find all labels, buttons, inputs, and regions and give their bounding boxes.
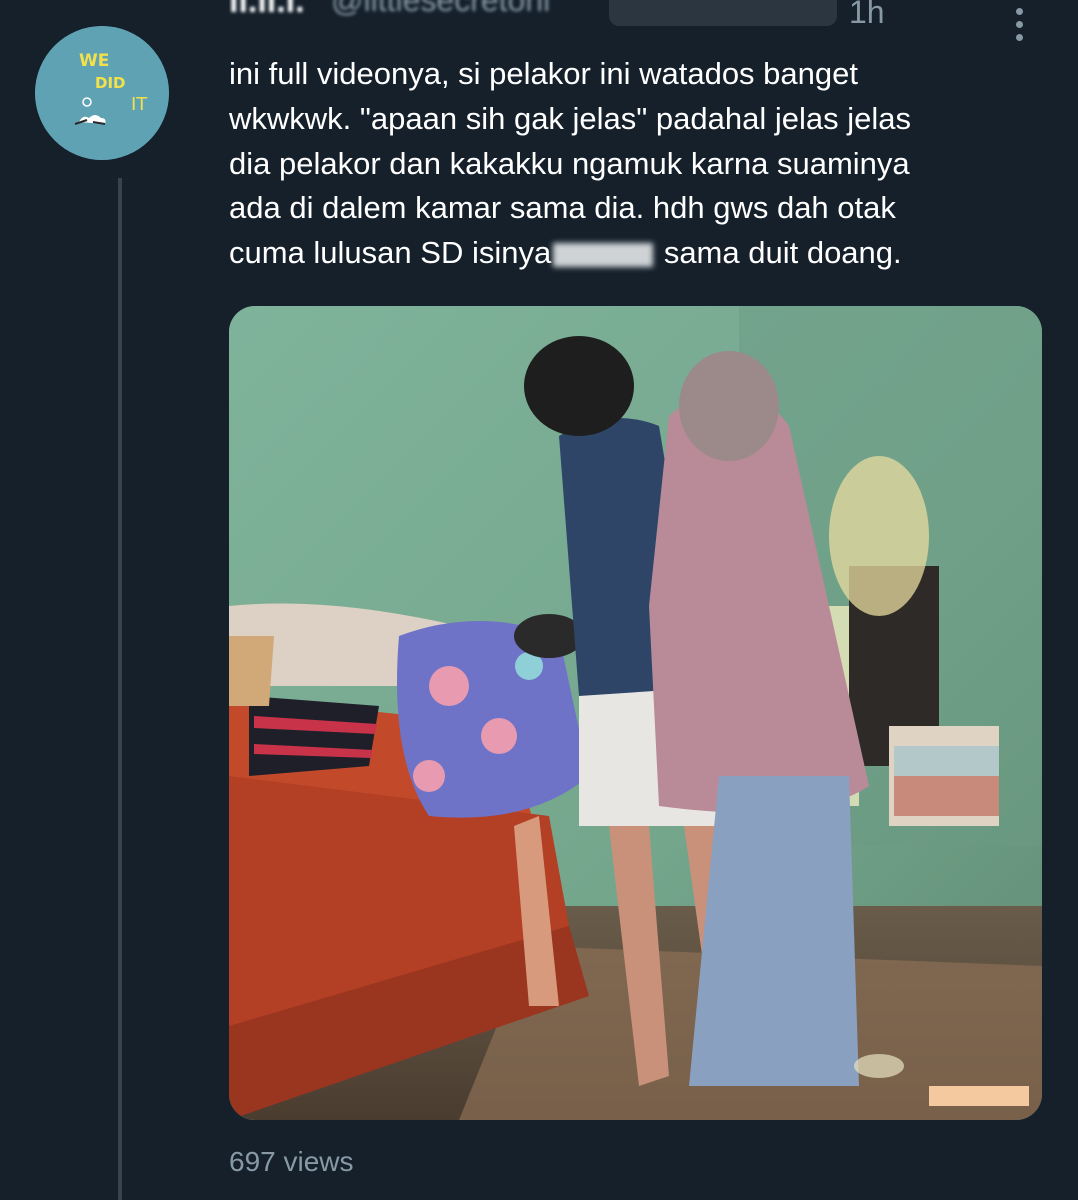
avatar-text-we: WE (79, 51, 109, 71)
tweet-header: li.li.l. @littlesecretoni 1h (229, 0, 989, 40)
tweet-text-line: cuma lulusan SD isinya (229, 235, 552, 271)
censored-word (553, 243, 654, 267)
avatar-text-it: IT (131, 94, 148, 115)
view-count: 697 views (229, 1146, 354, 1177)
avatar[interactable]: WE DID IT (35, 26, 169, 160)
tweet[interactable]: WE DID IT li.li.l. @littlesecretoni 1h i… (0, 0, 1078, 1200)
tweet-text-line: wkwkwk. "apaan sih gak jelas" padahal je… (229, 100, 911, 136)
tweet-text: ini full videonya, si pelakor ini watado… (229, 52, 1019, 276)
redaction-overlay (609, 0, 837, 26)
video-media[interactable] (229, 306, 1042, 1120)
author-name[interactable]: li.li.l. (229, 0, 305, 21)
avatar-logo: WE DID IT (35, 26, 169, 160)
video-thumbnail (229, 306, 1042, 1120)
tweet-timestamp[interactable]: 1h (849, 0, 885, 31)
thread-connector-line (118, 178, 122, 1200)
author-handle[interactable]: @littlesecretoni (331, 0, 550, 19)
tweet-text-line: dia pelakor dan kakakku ngamuk karna sua… (229, 145, 910, 181)
tweet-text-line: ada di dalem kamar sama dia. hdh gws dah… (229, 190, 896, 226)
avatar-text-did: DID (95, 74, 125, 92)
tweet-text-line: sama duit doang. (655, 235, 902, 271)
tweet-text-line: ini full videonya, si pelakor ini watado… (229, 56, 858, 91)
